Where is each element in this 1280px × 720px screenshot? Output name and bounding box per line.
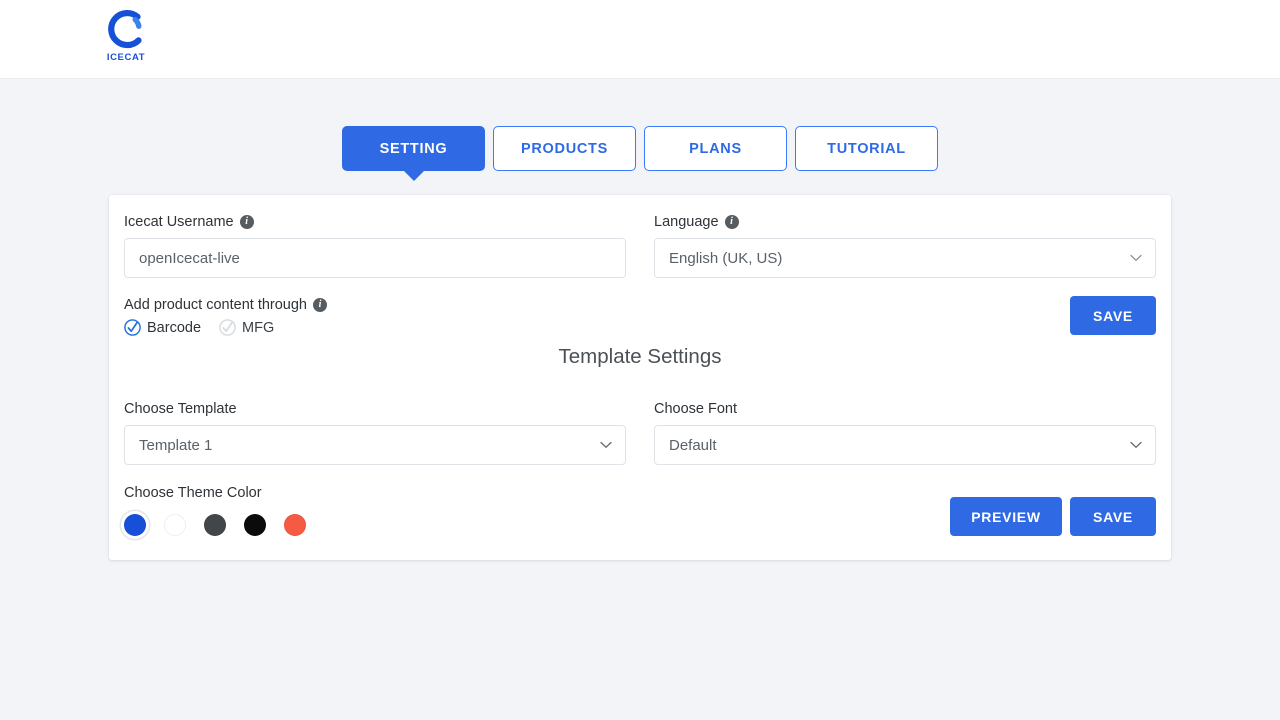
template-select[interactable] — [124, 425, 626, 465]
tab-tutorial[interactable]: TUTORIAL — [795, 126, 938, 171]
content-source-group: Add product content through i Barcode — [124, 296, 327, 336]
template-settings-title: Template Settings — [124, 342, 1156, 372]
credentials-row: Icecat Username i Language i — [124, 213, 1156, 278]
swatch-dark-gray[interactable] — [204, 514, 226, 536]
tab-setting-label: SETTING — [380, 141, 448, 157]
tab-bar: SETTING PRODUCTS PLANS TUTORIAL — [0, 126, 1280, 171]
brand-logo[interactable]: ICECAT — [98, 7, 154, 71]
checkbox-barcode[interactable]: Barcode — [124, 319, 201, 336]
swatch-coral[interactable] — [284, 514, 306, 536]
swatch-blue[interactable] — [124, 514, 146, 536]
tab-plans[interactable]: PLANS — [644, 126, 787, 171]
tab-products[interactable]: PRODUCTS — [493, 126, 636, 171]
swatch-white[interactable] — [164, 514, 186, 536]
theme-color-label: Choose Theme Color — [124, 484, 262, 502]
language-field-group: Language i — [654, 213, 1156, 278]
language-label-row: Language i — [654, 213, 1156, 231]
settings-card: Icecat Username i Language i — [109, 195, 1171, 560]
content-source-label: Add product content through — [124, 296, 307, 314]
content-source-info-icon[interactable]: i — [313, 298, 327, 312]
tab-tutorial-label: TUTORIAL — [827, 141, 906, 157]
tab-plans-label: PLANS — [689, 141, 742, 157]
checkbox-mfg[interactable]: MFG — [219, 319, 274, 336]
language-info-icon[interactable]: i — [725, 215, 739, 229]
font-field-group: Choose Font — [654, 400, 1156, 465]
theme-color-row: Choose Theme Color PREVIEW SAVE — [124, 484, 1156, 536]
content-source-row: Add product content through i Barcode — [124, 296, 1156, 336]
tab-setting[interactable]: SETTING — [342, 126, 485, 171]
settings-save-button[interactable]: SAVE — [1070, 296, 1156, 335]
swatch-black[interactable] — [244, 514, 266, 536]
language-select[interactable] — [654, 238, 1156, 278]
theme-color-swatches — [124, 514, 306, 536]
content-source-options: Barcode MFG — [124, 319, 327, 336]
font-label: Choose Font — [654, 400, 737, 418]
theme-color-group: Choose Theme Color — [124, 484, 306, 536]
theme-color-label-row: Choose Theme Color — [124, 484, 306, 502]
content-source-label-row: Add product content through i — [124, 296, 327, 314]
icecat-c-logo-icon — [104, 7, 148, 51]
template-select-wrap — [124, 425, 626, 465]
check-circle-icon — [219, 319, 236, 336]
check-circle-icon — [124, 319, 141, 336]
tab-products-label: PRODUCTS — [521, 141, 608, 157]
username-info-icon[interactable]: i — [240, 215, 254, 229]
template-label-row: Choose Template — [124, 400, 626, 418]
username-label-row: Icecat Username i — [124, 213, 626, 231]
checkbox-barcode-label: Barcode — [147, 320, 201, 336]
template-label: Choose Template — [124, 400, 237, 418]
username-input[interactable] — [124, 238, 626, 278]
template-save-button[interactable]: SAVE — [1070, 497, 1156, 536]
username-field-group: Icecat Username i — [124, 213, 626, 278]
template-row: Choose Template Choose Font — [124, 400, 1156, 465]
preview-button[interactable]: PREVIEW — [950, 497, 1062, 536]
language-label: Language — [654, 213, 719, 231]
template-actions: PREVIEW SAVE — [950, 497, 1156, 536]
font-select[interactable] — [654, 425, 1156, 465]
template-field-group: Choose Template — [124, 400, 626, 465]
font-label-row: Choose Font — [654, 400, 1156, 418]
site-header: ICECAT — [0, 0, 1280, 79]
brand-name: ICECAT — [107, 52, 145, 63]
language-select-wrap — [654, 238, 1156, 278]
username-label: Icecat Username — [124, 213, 234, 231]
font-select-wrap — [654, 425, 1156, 465]
checkbox-mfg-label: MFG — [242, 320, 274, 336]
